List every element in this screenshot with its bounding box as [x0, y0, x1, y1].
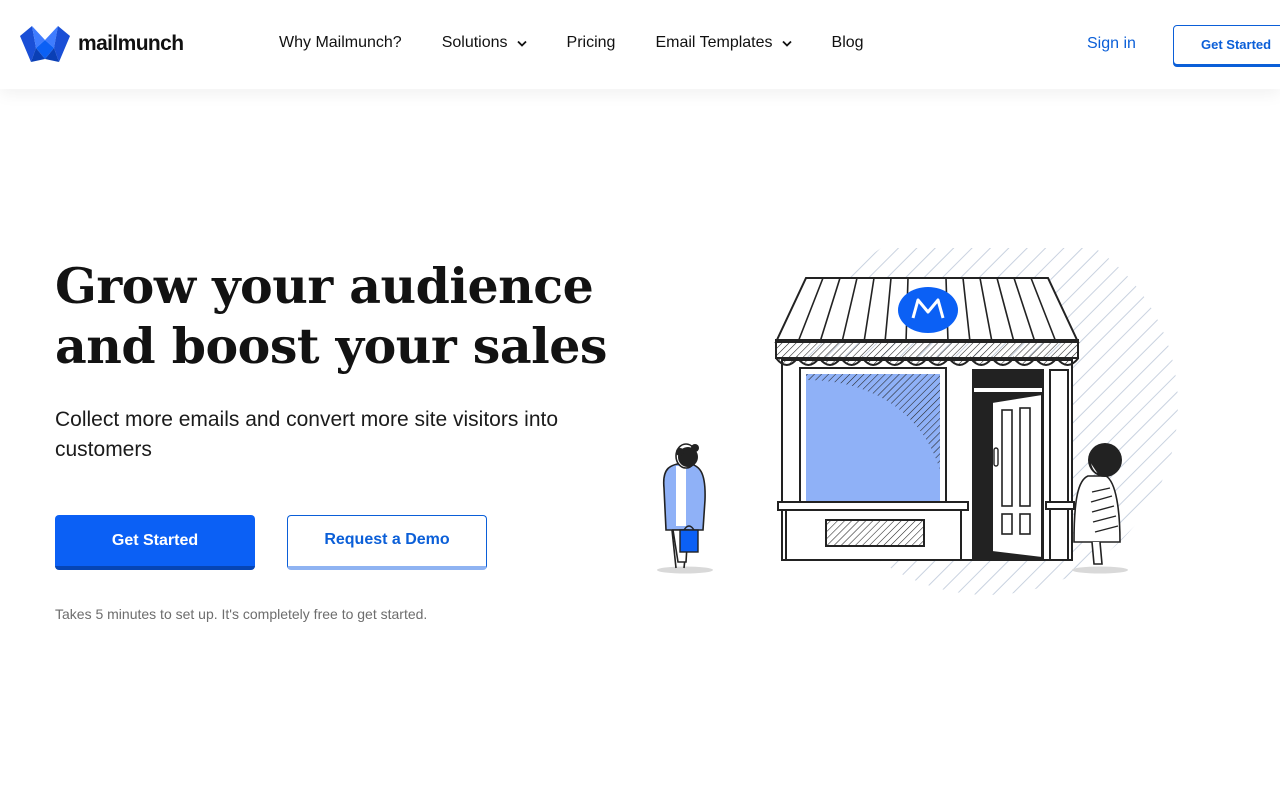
hero-headline: Grow your audience and boost your sales	[55, 256, 615, 376]
brand-name: mailmunch	[78, 32, 184, 55]
sign-in-link[interactable]: Sign in	[1087, 35, 1136, 53]
nav-item-label: Why Mailmunch?	[279, 34, 402, 51]
nav-item-why-mailmunch[interactable]: Why Mailmunch?	[279, 34, 402, 52]
hero-subhead: Collect more emails and convert more sit…	[55, 408, 559, 461]
headline-line-1: Grow your audience	[55, 257, 594, 315]
chevron-down-icon	[781, 34, 792, 52]
mailmunch-logo-icon	[20, 26, 70, 62]
shopper-figure-left	[662, 443, 706, 569]
brand-logo[interactable]: mailmunch	[20, 26, 184, 62]
header-get-started-button[interactable]: Get Started	[1173, 25, 1280, 65]
nav-item-blog[interactable]: Blog	[832, 34, 864, 52]
nav-item-label: Blog	[831, 34, 864, 51]
setup-note: Takes 5 minutes to set up. It's complete…	[55, 606, 428, 622]
site-header: mailmunch Why Mailmunch? Solutions Prici…	[0, 0, 1280, 89]
get-started-button[interactable]: Get Started	[55, 515, 255, 570]
headline-line-2: and boost your sales	[55, 317, 607, 375]
storefront-illustration	[640, 215, 1200, 600]
chevron-down-icon	[516, 34, 527, 52]
nav-item-label: Solutions	[441, 34, 508, 51]
nav-item-solutions[interactable]: Solutions	[442, 34, 527, 52]
nav-item-pricing[interactable]: Pricing	[567, 34, 616, 52]
nav-item-label: Email Templates	[655, 34, 773, 51]
storefront-svg	[640, 215, 1200, 595]
request-demo-button[interactable]: Request a Demo	[287, 515, 487, 570]
nav-item-label: Pricing	[566, 34, 616, 51]
main-nav: Why Mailmunch? Solutions Pricing Email T…	[279, 34, 864, 52]
nav-item-email-templates[interactable]: Email Templates	[655, 34, 792, 52]
